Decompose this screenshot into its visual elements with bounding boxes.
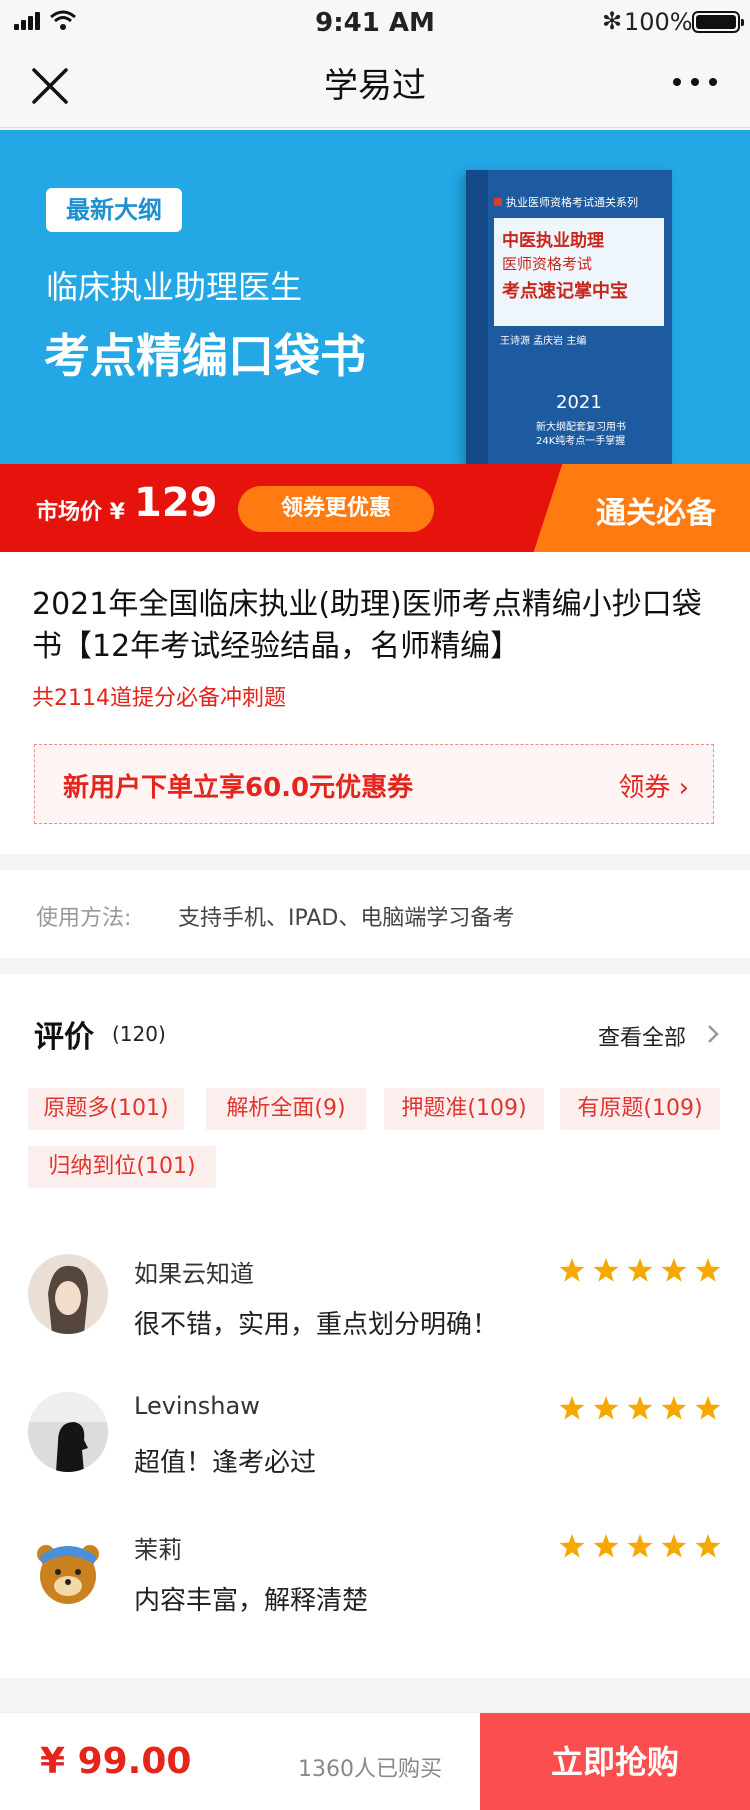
new-user-coupon[interactable]: 新用户下单立享60.0元优惠券 领券 › — [34, 744, 714, 824]
market-price: 129 — [134, 480, 218, 526]
star-icon — [661, 1534, 687, 1558]
usage-row: 使用方法: 支持手机、IPAD、电脑端学习备考 — [0, 870, 750, 958]
usage-value: 支持手机、IPAD、电脑端学习备考 — [178, 906, 515, 931]
market-price-label: 市场价 ¥ — [36, 500, 125, 525]
star-icon — [593, 1534, 619, 1558]
rating-stars — [559, 1534, 721, 1558]
chevron-right-icon[interactable] — [706, 1024, 720, 1044]
page-title: 学易过 — [324, 66, 426, 106]
book-title-panel: 中医执业助理 医师资格考试 考点速记掌中宝 — [494, 218, 664, 326]
book-year: 2021 — [556, 392, 602, 413]
battery-icon — [692, 11, 744, 33]
coupon-button[interactable]: 领券更优惠 — [238, 486, 434, 532]
book-tagline-2: 24K纯考点一手掌握 — [536, 436, 626, 447]
reviewer-name: Levinshaw — [134, 1392, 260, 1420]
view-all-reviews-link[interactable]: 查看全部 — [598, 1020, 686, 1052]
reviews-title: 评价 — [34, 1020, 94, 1055]
more-icon[interactable] — [670, 72, 720, 92]
usage-label: 使用方法: — [36, 906, 132, 931]
book-title-line2: 医师资格考试 — [502, 255, 593, 273]
star-icon — [559, 1396, 585, 1420]
star-icon — [695, 1534, 721, 1558]
price-strip: 市场价 ¥ 129 领券更优惠 通关必备 — [0, 464, 750, 552]
avatar — [28, 1392, 108, 1472]
star-icon — [627, 1258, 653, 1282]
product-subtitle: 共2114道提分必备冲刺题 — [32, 686, 286, 711]
review-tag[interactable]: 有原题(109) — [560, 1088, 720, 1130]
rating-stars — [559, 1258, 721, 1282]
book-title-line1: 中医执业助理 — [502, 231, 604, 251]
banner-title: 考点精编口袋书 — [44, 329, 366, 383]
review-tag[interactable]: 原题多(101) — [28, 1088, 184, 1130]
star-icon — [661, 1258, 687, 1282]
avatar — [28, 1254, 108, 1334]
get-coupon-link[interactable]: 领券 › — [618, 767, 689, 804]
review-tag[interactable]: 解析全面(9) — [206, 1088, 366, 1130]
star-icon — [695, 1258, 721, 1282]
buy-now-button[interactable]: 立即抢购 — [480, 1713, 750, 1810]
review-item: 茉莉 内容丰富，解释清楚 — [0, 1530, 750, 1630]
sale-price: ¥ 99.00 — [40, 1741, 192, 1782]
rating-stars — [559, 1396, 721, 1420]
reviews-section: 评价 (120) 查看全部 原题多(101) 解析全面(9) 押题准(109) … — [0, 974, 750, 1678]
product-banner: 最新大纲 临床执业助理医生 考点精编口袋书 执业医师资格考试通关系列 中医执业助… — [0, 130, 750, 464]
book-cover-image: 执业医师资格考试通关系列 中医执业助理 医师资格考试 考点速记掌中宝 王诗源 孟… — [466, 170, 672, 464]
coupon-text: 新用户下单立享60.0元优惠券 — [63, 773, 414, 803]
bluetooth-icon: ✻ — [602, 7, 623, 35]
star-icon — [559, 1534, 585, 1558]
star-icon — [627, 1396, 653, 1420]
review-text: 超值！逢考必过 — [134, 1448, 317, 1478]
star-icon — [593, 1258, 619, 1282]
review-text: 内容丰富，解释清楚 — [134, 1586, 369, 1616]
avatar — [28, 1530, 108, 1610]
review-item: Levinshaw 超值！逢考必过 — [0, 1392, 750, 1492]
product-title: 2021年全国临床执业(助理)医师考点精编小抄口袋书【12年考试经验结晶，名师精… — [32, 587, 702, 664]
product-info: 2021年全国临床执业(助理)医师考点精编小抄口袋书【12年考试经验结晶，名师精… — [0, 552, 750, 854]
banner-tag: 最新大纲 — [46, 188, 182, 232]
star-icon — [593, 1396, 619, 1420]
buyers-count: 1360人已购买 — [298, 1757, 442, 1782]
star-icon — [661, 1396, 687, 1420]
reviewer-name: 茉莉 — [134, 1536, 182, 1564]
book-authors: 王诗源 孟庆岩 主编 — [500, 336, 587, 347]
book-title-line3: 考点速记掌中宝 — [502, 281, 628, 302]
book-tagline-1: 新大纲配套复习用书 — [536, 422, 626, 433]
status-bar: 9:41 AM ✻ 100% — [0, 0, 750, 44]
nav-bar: 学易过 — [0, 44, 750, 128]
book-series: 执业医师资格考试通关系列 — [494, 194, 638, 210]
review-item: 如果云知道 很不错，实用，重点划分明确！ — [0, 1254, 750, 1354]
book-spine — [466, 170, 488, 464]
review-text: 很不错，实用，重点划分明确！ — [134, 1310, 499, 1340]
star-icon — [627, 1534, 653, 1558]
bottom-bar: ¥ 99.00 1360人已购买 立即抢购 — [0, 1712, 750, 1810]
reviews-count: (120) — [112, 1022, 166, 1046]
star-icon — [695, 1396, 721, 1420]
review-tag[interactable]: 押题准(109) — [384, 1088, 544, 1130]
review-tag[interactable]: 归纳到位(101) — [28, 1146, 216, 1188]
star-icon — [559, 1258, 585, 1282]
banner-subtitle: 临床执业助理医生 — [46, 268, 303, 306]
battery-percent: 100% — [624, 8, 693, 36]
reviewer-name: 如果云知道 — [134, 1260, 254, 1288]
must-pass-badge: 通关必备 — [596, 496, 716, 531]
